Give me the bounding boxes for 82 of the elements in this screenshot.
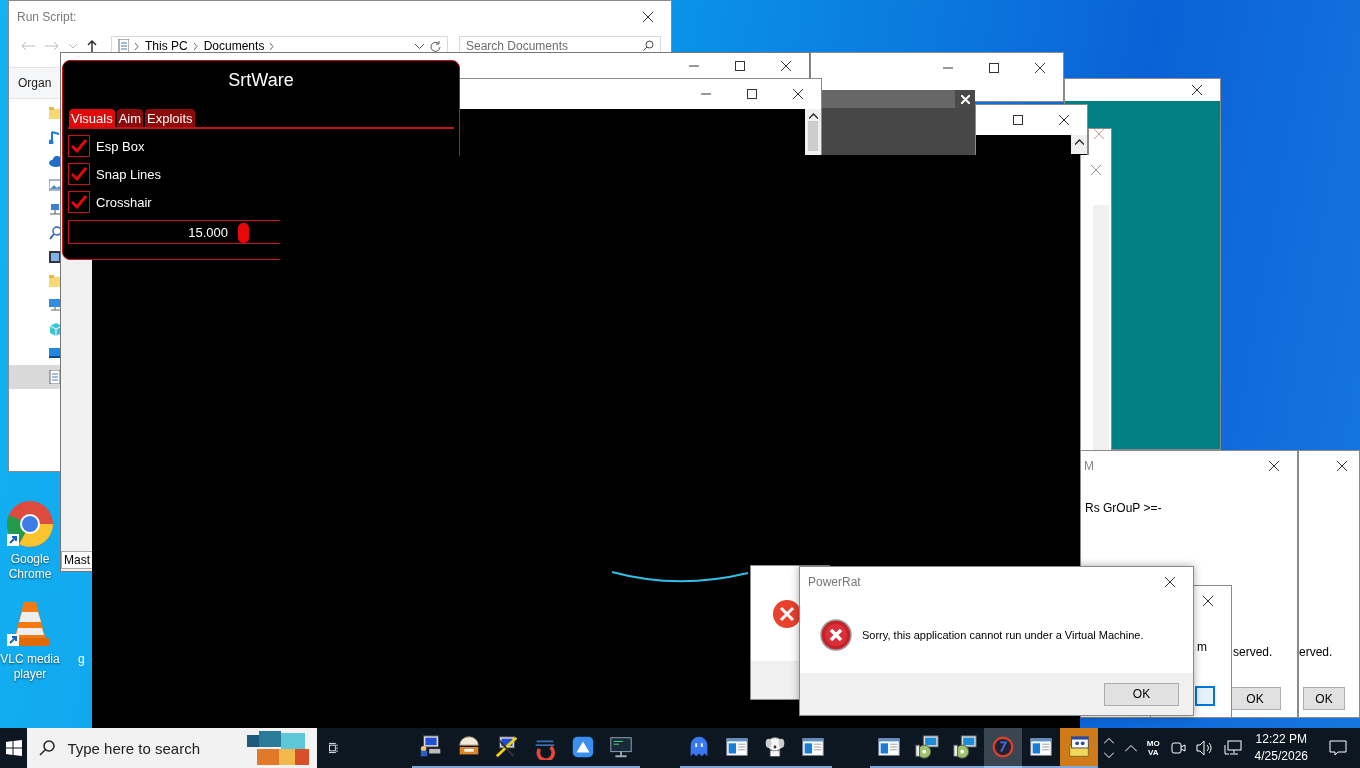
close-icon[interactable]: [781, 61, 791, 71]
maximize-icon[interactable]: [747, 89, 757, 99]
message-text: erved.: [1299, 645, 1333, 659]
maximize-icon[interactable]: [735, 61, 745, 71]
chevron-up-icon[interactable]: [1124, 744, 1137, 752]
close-icon[interactable]: [1269, 461, 1279, 471]
search-icon: [39, 740, 56, 756]
error-message: Sorry, this application cannot run under a Virtual Machine.: [862, 629, 1144, 641]
terminal-icon: [607, 734, 634, 760]
breadcrumb-item[interactable]: This PC: [145, 39, 188, 53]
checkbox[interactable]: [68, 163, 90, 185]
taskbar-app[interactable]: [1059, 728, 1098, 768]
maximize-icon[interactable]: [1013, 115, 1023, 125]
close-icon[interactable]: [643, 12, 653, 22]
window-title: M: [1083, 459, 1094, 473]
search-icon[interactable]: [49, 226, 60, 240]
maximize-icon[interactable]: [989, 63, 999, 73]
dialog-title: PowerRat: [807, 575, 861, 589]
refresh-icon[interactable]: [430, 40, 441, 52]
error-icon: [820, 619, 852, 651]
scrollbar[interactable]: [1071, 135, 1087, 154]
taskbar-app[interactable]: [983, 728, 1022, 768]
film-icon[interactable]: [49, 250, 60, 264]
chevron-down-icon[interactable]: [415, 43, 424, 49]
camera-icon[interactable]: [1169, 740, 1186, 756]
close-icon[interactable]: [1337, 461, 1347, 471]
puzzle-icon: [245, 731, 310, 765]
document-icon[interactable]: [49, 370, 60, 384]
desktop-icon[interactable]: [49, 346, 60, 360]
scrollbar[interactable]: [1092, 205, 1109, 450]
checkbox[interactable]: [68, 191, 90, 213]
picture-icon[interactable]: [49, 178, 60, 192]
chevron-right-icon: [270, 42, 275, 50]
slider-thumb[interactable]: [238, 223, 250, 243]
ribbon-tab[interactable]: Organ: [18, 76, 52, 90]
windows-logo-icon[interactable]: [5, 740, 22, 756]
scrollbar[interactable]: [805, 109, 821, 155]
close-icon[interactable]: [1203, 596, 1213, 606]
search-icon[interactable]: [643, 40, 654, 51]
menu-tab[interactable]: Aim: [116, 109, 144, 127]
ok-button[interactable]: OK: [1104, 682, 1179, 706]
slider-value: 15.000: [188, 225, 228, 240]
scroll-up-icon[interactable]: [1074, 139, 1084, 145]
scrollbar-thumb[interactable]: [808, 121, 818, 151]
installer-icon: [913, 734, 940, 760]
installer-icon: [951, 734, 978, 760]
scroll-down-icon[interactable]: [1103, 752, 1114, 758]
task-view-icon[interactable]: [329, 740, 340, 756]
message-text: served.: [1233, 645, 1273, 659]
window-title: Run Script:: [17, 10, 77, 24]
menu-tab[interactable]: Exploits: [145, 109, 195, 127]
message-text: Rs GrOuP >=-: [1084, 501, 1163, 515]
checkbox[interactable]: [68, 135, 90, 157]
close-icon[interactable]: [1165, 577, 1175, 587]
option-label: Crosshair: [96, 194, 152, 210]
volume-icon[interactable]: [1195, 740, 1214, 756]
window-label: Mast: [61, 551, 93, 569]
close-icon[interactable]: [1192, 85, 1202, 95]
close-icon[interactable]: [1035, 63, 1045, 73]
menu-title: SrtWare: [227, 70, 295, 92]
scroll-up-icon[interactable]: [808, 113, 818, 119]
ok-button[interactable]: OK: [1229, 687, 1281, 710]
tools-icon: [493, 734, 520, 760]
menu-tab[interactable]: Visuals: [69, 109, 115, 127]
close-icon[interactable]: [793, 89, 803, 99]
network-icon[interactable]: [1223, 740, 1242, 756]
message-text: m: [1197, 640, 1207, 654]
chevron-right-icon: [135, 42, 139, 50]
computer-icon[interactable]: [49, 298, 60, 312]
input-indicator[interactable]: MO VA: [1146, 739, 1160, 757]
chrome-icon[interactable]: [5, 500, 55, 548]
ok-button[interactable]: OK: [1303, 687, 1345, 710]
music-icon[interactable]: [49, 130, 60, 144]
chevron-right-icon: [193, 42, 198, 50]
option-label: Esp Box: [96, 138, 145, 154]
breadcrumb-item[interactable]: Documents: [203, 39, 265, 53]
close-icon[interactable]: [1059, 115, 1069, 125]
up-arrow-icon[interactable]: [87, 39, 97, 53]
ok-button[interactable]: [1195, 686, 1215, 706]
notification-icon[interactable]: [1329, 740, 1347, 756]
clock[interactable]: 12:22 PM 4/25/2026: [1246, 731, 1316, 765]
option-label: Snap Lines: [96, 166, 162, 182]
